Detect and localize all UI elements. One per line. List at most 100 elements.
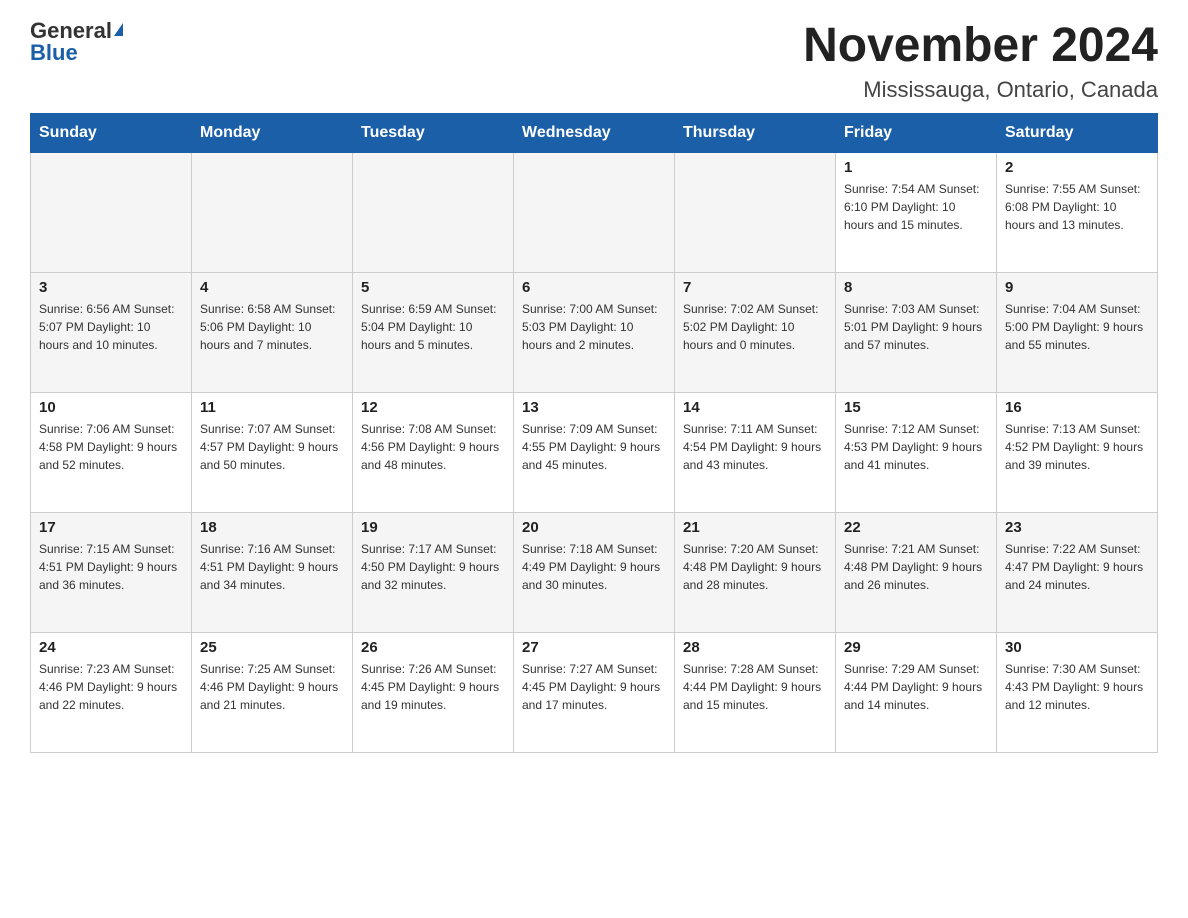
calendar-cell: 20 Sunrise: 7:18 AM Sunset: 4:49 PM Dayli…	[514, 512, 675, 632]
calendar-cell: 26 Sunrise: 7:26 AM Sunset: 4:45 PM Dayli…	[353, 632, 514, 752]
calendar-cell	[514, 152, 675, 272]
day-header-monday: Monday	[192, 113, 353, 152]
day-number: 2	[1005, 159, 1149, 176]
day-info: Sunrise: 7:22 AM Sunset: 4:47 PM Dayligh…	[1005, 540, 1149, 594]
day-info: Sunrise: 7:21 AM Sunset: 4:48 PM Dayligh…	[844, 540, 988, 594]
day-number: 27	[522, 639, 666, 656]
calendar-cell: 18 Sunrise: 7:16 AM Sunset: 4:51 PM Dayli…	[192, 512, 353, 632]
calendar-cell: 2 Sunrise: 7:55 AM Sunset: 6:08 PM Daylig…	[997, 152, 1158, 272]
day-info: Sunrise: 7:23 AM Sunset: 4:46 PM Dayligh…	[39, 660, 183, 714]
week-row-2: 3 Sunrise: 6:56 AM Sunset: 5:07 PM Daylig…	[31, 272, 1158, 392]
calendar-cell: 9 Sunrise: 7:04 AM Sunset: 5:00 PM Daylig…	[997, 272, 1158, 392]
day-number: 20	[522, 519, 666, 536]
day-number: 3	[39, 279, 183, 296]
calendar-cell: 8 Sunrise: 7:03 AM Sunset: 5:01 PM Daylig…	[836, 272, 997, 392]
day-info: Sunrise: 7:26 AM Sunset: 4:45 PM Dayligh…	[361, 660, 505, 714]
day-number: 15	[844, 399, 988, 416]
day-number: 1	[844, 159, 988, 176]
calendar-cell: 19Sunrise: 7:17 AM Sunset: 4:50 PM Dayli…	[353, 512, 514, 632]
day-number: 14	[683, 399, 827, 416]
day-number: 5	[361, 279, 505, 296]
day-info: Sunrise: 7:06 AM Sunset: 4:58 PM Dayligh…	[39, 420, 183, 474]
logo-general-text: General	[30, 20, 112, 42]
calendar-cell	[353, 152, 514, 272]
week-row-4: 17 Sunrise: 7:15 AM Sunset: 4:51 PM Dayli…	[31, 512, 1158, 632]
calendar-cell: 28 Sunrise: 7:28 AM Sunset: 4:44 PM Dayli…	[675, 632, 836, 752]
calendar-cell: 25 Sunrise: 7:25 AM Sunset: 4:46 PM Dayli…	[192, 632, 353, 752]
day-header-friday: Friday	[836, 113, 997, 152]
day-info: Sunrise: 7:16 AM Sunset: 4:51 PM Dayligh…	[200, 540, 344, 594]
calendar-cell: 10 Sunrise: 7:06 AM Sunset: 4:58 PM Dayli…	[31, 392, 192, 512]
day-number: 10	[39, 399, 183, 416]
calendar-header-row: SundayMondayTuesdayWednesdayThursdayFrid…	[31, 113, 1158, 152]
day-number: 24	[39, 639, 183, 656]
calendar-cell: 29 Sunrise: 7:29 AM Sunset: 4:44 PM Dayli…	[836, 632, 997, 752]
day-number: 4	[200, 279, 344, 296]
day-info: Sunrise: 7:55 AM Sunset: 6:08 PM Dayligh…	[1005, 180, 1149, 234]
day-header-tuesday: Tuesday	[353, 113, 514, 152]
day-number: 6	[522, 279, 666, 296]
day-info: Sunrise: 7:29 AM Sunset: 4:44 PM Dayligh…	[844, 660, 988, 714]
day-number: 21	[683, 519, 827, 536]
day-number: 18	[200, 519, 344, 536]
day-header-thursday: Thursday	[675, 113, 836, 152]
day-info: Sunrise: 7:18 AM Sunset: 4:49 PM Dayligh…	[522, 540, 666, 594]
calendar-cell: 11 Sunrise: 7:07 AM Sunset: 4:57 PM Dayli…	[192, 392, 353, 512]
day-number: 17	[39, 519, 183, 536]
calendar-cell: 15 Sunrise: 7:12 AM Sunset: 4:53 PM Dayli…	[836, 392, 997, 512]
logo-blue-text: Blue	[30, 42, 78, 64]
day-header-sunday: Sunday	[31, 113, 192, 152]
week-row-3: 10 Sunrise: 7:06 AM Sunset: 4:58 PM Dayli…	[31, 392, 1158, 512]
day-info: Sunrise: 7:07 AM Sunset: 4:57 PM Dayligh…	[200, 420, 344, 474]
day-info: Sunrise: 7:03 AM Sunset: 5:01 PM Dayligh…	[844, 300, 988, 354]
day-number: 9	[1005, 279, 1149, 296]
day-number: 30	[1005, 639, 1149, 656]
calendar-cell: 16Sunrise: 7:13 AM Sunset: 4:52 PM Dayli…	[997, 392, 1158, 512]
week-row-5: 24 Sunrise: 7:23 AM Sunset: 4:46 PM Dayli…	[31, 632, 1158, 752]
day-info: Sunrise: 7:09 AM Sunset: 4:55 PM Dayligh…	[522, 420, 666, 474]
day-info: Sunrise: 7:08 AM Sunset: 4:56 PM Dayligh…	[361, 420, 505, 474]
calendar-cell: 4 Sunrise: 6:58 AM Sunset: 5:06 PM Daylig…	[192, 272, 353, 392]
calendar-cell	[675, 152, 836, 272]
day-header-wednesday: Wednesday	[514, 113, 675, 152]
day-number: 28	[683, 639, 827, 656]
day-number: 19	[361, 519, 505, 536]
day-info: Sunrise: 7:11 AM Sunset: 4:54 PM Dayligh…	[683, 420, 827, 474]
day-number: 22	[844, 519, 988, 536]
day-info: Sunrise: 6:56 AM Sunset: 5:07 PM Dayligh…	[39, 300, 183, 354]
calendar-cell: 24 Sunrise: 7:23 AM Sunset: 4:46 PM Dayli…	[31, 632, 192, 752]
day-number: 13	[522, 399, 666, 416]
calendar-cell: 27 Sunrise: 7:27 AM Sunset: 4:45 PM Dayli…	[514, 632, 675, 752]
day-info: Sunrise: 7:28 AM Sunset: 4:44 PM Dayligh…	[683, 660, 827, 714]
day-number: 26	[361, 639, 505, 656]
calendar-subtitle: Mississauga, Ontario, Canada	[803, 77, 1158, 103]
calendar-cell: 7Sunrise: 7:02 AM Sunset: 5:02 PM Daylig…	[675, 272, 836, 392]
day-info: Sunrise: 7:27 AM Sunset: 4:45 PM Dayligh…	[522, 660, 666, 714]
calendar-cell: 6 Sunrise: 7:00 AM Sunset: 5:03 PM Daylig…	[514, 272, 675, 392]
day-info: Sunrise: 7:15 AM Sunset: 4:51 PM Dayligh…	[39, 540, 183, 594]
calendar-cell: 17 Sunrise: 7:15 AM Sunset: 4:51 PM Dayli…	[31, 512, 192, 632]
day-info: Sunrise: 7:04 AM Sunset: 5:00 PM Dayligh…	[1005, 300, 1149, 354]
day-info: Sunrise: 7:00 AM Sunset: 5:03 PM Dayligh…	[522, 300, 666, 354]
calendar-cell: 13 Sunrise: 7:09 AM Sunset: 4:55 PM Dayli…	[514, 392, 675, 512]
day-number: 25	[200, 639, 344, 656]
calendar-table: SundayMondayTuesdayWednesdayThursdayFrid…	[30, 113, 1158, 753]
title-section: November 2024 Mississauga, Ontario, Cana…	[803, 20, 1158, 103]
day-number: 16	[1005, 399, 1149, 416]
day-info: Sunrise: 7:25 AM Sunset: 4:46 PM Dayligh…	[200, 660, 344, 714]
day-info: Sunrise: 7:12 AM Sunset: 4:53 PM Dayligh…	[844, 420, 988, 474]
day-number: 12	[361, 399, 505, 416]
calendar-title: November 2024	[803, 20, 1158, 73]
day-number: 7	[683, 279, 827, 296]
calendar-cell: 30Sunrise: 7:30 AM Sunset: 4:43 PM Dayli…	[997, 632, 1158, 752]
calendar-cell: 3 Sunrise: 6:56 AM Sunset: 5:07 PM Daylig…	[31, 272, 192, 392]
calendar-cell	[31, 152, 192, 272]
day-info: Sunrise: 7:20 AM Sunset: 4:48 PM Dayligh…	[683, 540, 827, 594]
day-info: Sunrise: 6:58 AM Sunset: 5:06 PM Dayligh…	[200, 300, 344, 354]
day-header-saturday: Saturday	[997, 113, 1158, 152]
day-number: 29	[844, 639, 988, 656]
logo-triangle-icon	[114, 23, 123, 36]
day-number: 8	[844, 279, 988, 296]
day-number: 23	[1005, 519, 1149, 536]
day-number: 11	[200, 399, 344, 416]
